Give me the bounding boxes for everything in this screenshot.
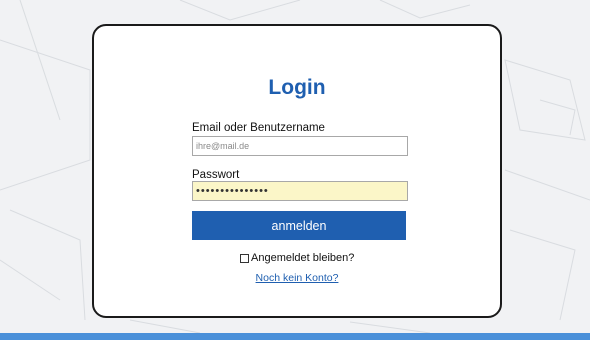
login-button[interactable]: anmelden (192, 211, 406, 240)
username-label: Email oder Benutzername (192, 122, 325, 134)
password-label: Passwort (192, 169, 240, 181)
login-title: Login (268, 76, 326, 99)
remember-label: Angemeldet bleiben? (251, 252, 355, 264)
remember-me[interactable]: Angemeldet bleiben? (240, 251, 354, 265)
password-input[interactable]: ••••••••••••••• (192, 181, 408, 201)
login-card: Login Email oder Benutzername Passwort •… (92, 24, 502, 318)
footer-bar (0, 333, 590, 340)
remember-checkbox[interactable] (240, 253, 249, 263)
signup-link[interactable]: Noch kein Konto? (94, 272, 500, 284)
username-input[interactable] (192, 136, 408, 156)
